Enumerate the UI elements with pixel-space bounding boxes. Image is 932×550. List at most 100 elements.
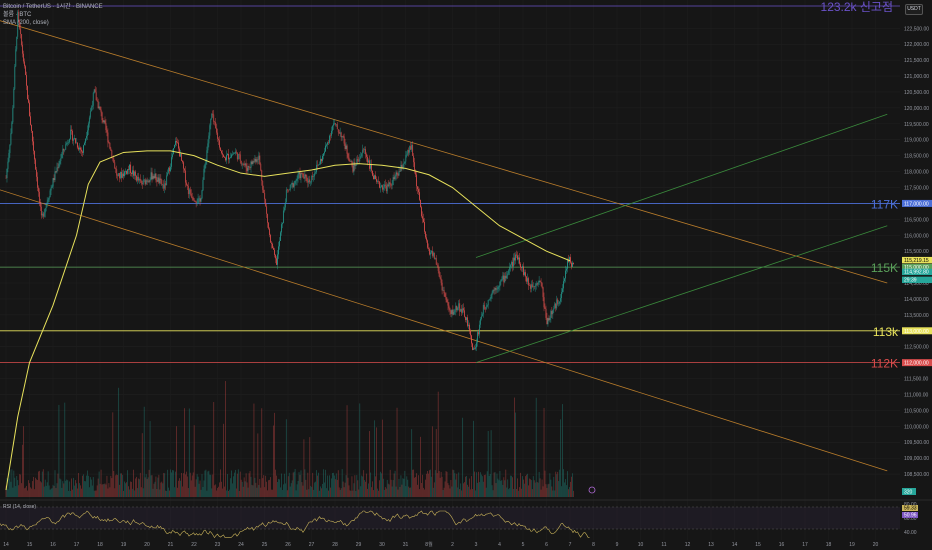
candle-body (532, 286, 534, 287)
candle-body (212, 113, 214, 115)
candle-body (466, 317, 467, 320)
volume-bar (284, 483, 286, 497)
candle-body (225, 157, 226, 161)
volume-bar (395, 486, 397, 497)
candle-body (193, 199, 195, 202)
x-tick-label: 20 (873, 542, 879, 548)
candle-body (161, 179, 163, 185)
price-tag-text: 29:39 (904, 278, 917, 284)
candle-body (382, 187, 384, 190)
volume-bar (478, 471, 479, 497)
candle-body (47, 199, 49, 202)
volume-bar (444, 481, 446, 497)
volume-bar (408, 486, 410, 497)
volume-bar (229, 489, 230, 497)
volume-bar (394, 470, 396, 497)
candle-body (202, 179, 204, 191)
volume-bar (315, 481, 317, 497)
x-tick-label: 13 (708, 542, 714, 548)
candle-body (15, 49, 17, 67)
volume-bar (478, 482, 480, 497)
candle-body (204, 164, 206, 169)
volume-bar (392, 480, 394, 497)
candle-body (451, 309, 453, 314)
volume-bar (286, 490, 288, 497)
candle-body (376, 179, 377, 182)
currency-button[interactable]: USDT (905, 4, 923, 15)
volume-bar (80, 485, 81, 497)
volume-bar (371, 487, 372, 497)
candle-body (304, 174, 306, 179)
volume-bar (198, 483, 200, 497)
volume-bar (19, 474, 21, 497)
candle-body (520, 263, 521, 268)
candle-body (436, 264, 438, 266)
candle-body (429, 252, 431, 255)
candle-body (110, 148, 112, 151)
volume-bar (458, 472, 460, 497)
volume-bar (494, 472, 496, 497)
volume-bar (506, 487, 508, 497)
candle-body (407, 149, 409, 155)
candle-body (515, 254, 516, 261)
price-chart[interactable]: 122,500.00 122,000.00 121,500.00 121,000.00… (0, 0, 932, 550)
volume-bar (194, 486, 196, 497)
volume-bar (330, 487, 331, 497)
volume-bar (488, 475, 490, 497)
x-tick-label: 8 (592, 542, 595, 548)
candle-body (49, 190, 51, 198)
volume-bar (35, 477, 36, 497)
volume-bar (294, 469, 296, 497)
candle-body (25, 66, 26, 76)
volume-bar (411, 429, 413, 497)
candle-body (537, 282, 539, 285)
volume-bar (372, 481, 373, 497)
candle-body (290, 184, 292, 185)
candle-body (495, 288, 497, 290)
volume-bar (94, 490, 96, 497)
volume-bar (175, 471, 176, 497)
volume-bar (111, 478, 113, 497)
candle-body (184, 170, 186, 183)
volume-bar (340, 488, 342, 497)
candle-body (218, 138, 220, 141)
candle-body (394, 176, 396, 180)
candle-body (61, 153, 63, 159)
volume-bar (233, 476, 234, 497)
volume-bar (529, 479, 531, 497)
candle-body (167, 172, 169, 176)
volume-bar (452, 469, 454, 497)
volume-bar (297, 480, 299, 497)
x-tick-label: 30 (379, 542, 385, 548)
x-tick-label: 20 (144, 542, 150, 548)
volume-bar (382, 478, 384, 497)
volume-bar (545, 484, 547, 497)
candle-body (57, 167, 59, 169)
candle-body (305, 174, 307, 177)
candle-body (465, 316, 466, 320)
candle-body (67, 142, 69, 144)
x-tick-label: 10 (638, 542, 644, 548)
volume-bar (522, 476, 523, 497)
volume-bar (414, 477, 416, 497)
candle-body (437, 265, 439, 271)
candle-body (99, 106, 101, 110)
volume-bar (89, 477, 91, 497)
volume-bar (427, 470, 428, 497)
candle-body (410, 146, 412, 150)
volume-bar (132, 488, 133, 497)
candle-body (220, 147, 221, 151)
x-tick-label: 27 (309, 542, 315, 548)
volume-bar (203, 480, 205, 497)
volume-bar (136, 488, 138, 497)
volume-bar (120, 473, 122, 497)
volume-bar (383, 489, 385, 497)
volume-bar (269, 479, 270, 497)
candle-body (368, 160, 369, 163)
candle-body (419, 192, 420, 200)
candle-body (411, 144, 413, 150)
candle-body (258, 155, 260, 160)
candle-body (43, 212, 45, 217)
volume-bar (469, 478, 470, 497)
candle-body (152, 176, 154, 180)
